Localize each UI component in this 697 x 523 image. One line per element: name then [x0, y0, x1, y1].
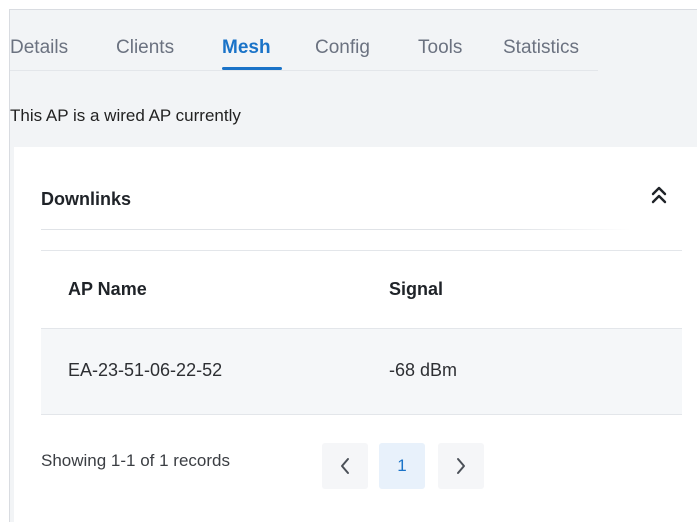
downlinks-panel: Downlinks AP Name Signal EA-23-51-06-22-… — [14, 147, 697, 523]
tab-config[interactable]: Config — [315, 37, 370, 59]
downlinks-title: Downlinks — [41, 189, 132, 209]
chevron-right-icon — [457, 458, 465, 474]
active-tab-indicator — [222, 67, 282, 70]
tab-bar: Details Clients Mesh Config Tools Statis… — [10, 10, 598, 71]
column-header-ap-name[interactable]: AP Name — [68, 279, 147, 300]
next-page-button[interactable] — [438, 443, 484, 489]
table-row[interactable]: EA-23-51-06-22-52 -68 dBm — [41, 329, 682, 415]
ap-name-cell: EA-23-51-06-22-52 — [68, 360, 223, 380]
previous-page-button[interactable] — [322, 443, 368, 489]
chevron-left-icon — [341, 458, 349, 474]
tab-tools[interactable]: Tools — [418, 37, 462, 59]
column-header-signal[interactable]: Signal — [389, 279, 443, 300]
tab-statistics[interactable]: Statistics — [503, 37, 579, 59]
pagination-summary: Showing 1-1 of 1 records — [41, 451, 230, 470]
signal-cell: -68 dBm — [389, 360, 458, 380]
page-number-button[interactable]: 1 — [379, 443, 425, 489]
table-header-row: AP Name Signal — [41, 250, 682, 329]
mesh-status-message: This AP is a wired AP currently — [10, 106, 241, 125]
tab-clients[interactable]: Clients — [116, 37, 174, 59]
chevrons-up-icon[interactable] — [650, 183, 668, 207]
tab-mesh[interactable]: Mesh — [222, 37, 271, 59]
ap-detail-frame: Details Clients Mesh Config Tools Statis… — [9, 9, 697, 523]
title-divider — [41, 229, 631, 230]
downlinks-table: AP Name Signal EA-23-51-06-22-52 -68 dBm — [41, 250, 682, 415]
tab-details[interactable]: Details — [10, 37, 68, 59]
